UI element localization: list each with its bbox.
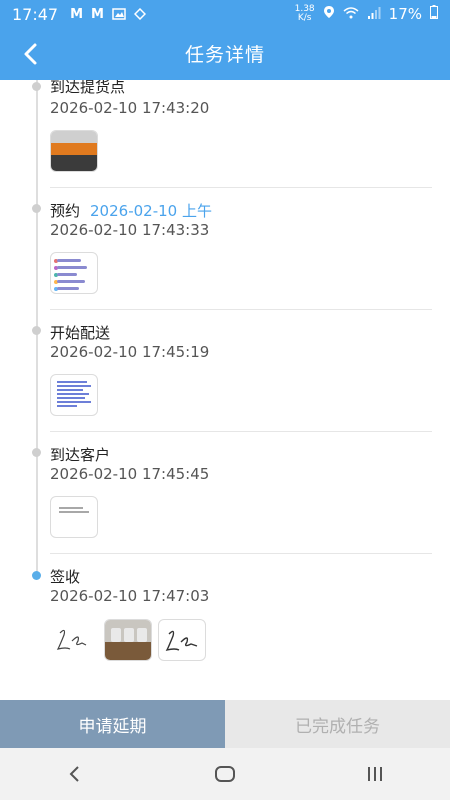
- divider: [50, 553, 432, 554]
- page-title: 任务详情: [184, 44, 265, 66]
- event-time: 2026-02-10 17:45:45: [50, 465, 210, 483]
- battery-icon: [430, 5, 438, 23]
- event-time: 2026-02-10 17:45:19: [50, 343, 210, 361]
- network-speed: 1.38 K/s: [294, 4, 315, 23]
- wifi-icon: [343, 5, 359, 23]
- document-thumbnail[interactable]: [50, 374, 98, 416]
- status-bar: 17:47 M M 1.38 K/s 17%: [0, 0, 450, 28]
- nav-home-button[interactable]: [205, 754, 245, 794]
- diamond-icon: [133, 5, 147, 24]
- image-icon: [112, 5, 126, 24]
- gmail-icon: M: [91, 6, 104, 22]
- photo-thumbnail[interactable]: [50, 130, 98, 172]
- event-title: 到达客户: [50, 446, 111, 464]
- notification-icons: M M: [70, 5, 147, 24]
- document-thumbnail[interactable]: [50, 496, 98, 538]
- system-nav-bar: [0, 748, 450, 800]
- event-time: 2026-02-10 17:43:33: [50, 221, 210, 239]
- recents-icon: [368, 767, 382, 781]
- timeline-dot: [32, 448, 41, 457]
- appointment-date: 2026-02-10 上午: [90, 202, 212, 220]
- event-title: 预约: [50, 202, 81, 220]
- event-time: 2026-02-10 17:43:20: [50, 99, 210, 117]
- divider: [50, 187, 432, 188]
- photo-thumbnail[interactable]: [104, 619, 152, 661]
- status-time: 17:47: [12, 4, 59, 24]
- screenshot-thumbnail[interactable]: [50, 252, 98, 294]
- back-icon: [69, 766, 79, 782]
- timeline-dot: [32, 204, 41, 213]
- divider: [50, 431, 432, 432]
- action-bar: 申请延期 已完成任务: [0, 700, 450, 748]
- divider: [50, 309, 432, 310]
- battery-level: 17%: [388, 5, 422, 23]
- signature-image[interactable]: [50, 619, 98, 661]
- nav-recents-button[interactable]: [355, 754, 395, 794]
- home-icon: [215, 766, 235, 782]
- gmail-icon: M: [70, 6, 84, 22]
- timeline-dot: [32, 326, 41, 335]
- task-completed-button[interactable]: 已完成任务: [225, 700, 450, 748]
- timeline-dot: [32, 82, 41, 91]
- event-title: 开始配送: [50, 324, 111, 342]
- header: 任务详情: [0, 28, 450, 80]
- signal-icon: [367, 5, 381, 23]
- event-title: 到达提货点: [50, 80, 126, 96]
- location-icon: [323, 5, 335, 23]
- event-title: 签收: [50, 568, 81, 586]
- apply-extension-button[interactable]: 申请延期: [0, 700, 225, 748]
- timeline-dot-active: [32, 571, 41, 580]
- signature-thumbnail[interactable]: [158, 619, 206, 661]
- event-time: 2026-02-10 17:47:03: [50, 587, 210, 605]
- task-timeline[interactable]: 到达提货点 2026-02-10 17:43:20 预约 2026-02-10 上…: [0, 80, 450, 700]
- nav-back-button[interactable]: [55, 754, 95, 794]
